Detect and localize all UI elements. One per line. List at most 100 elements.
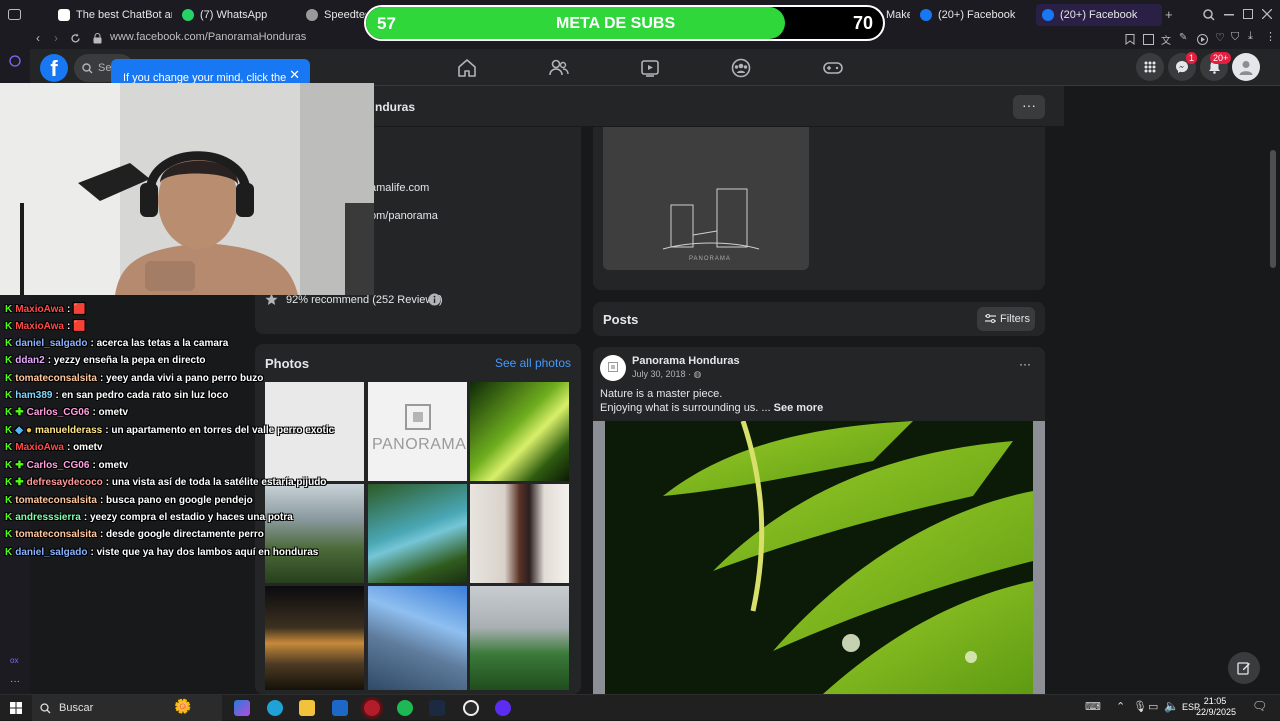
search-icon bbox=[82, 62, 93, 73]
chat-message: Kandresssierra: yeezy compra el estadio … bbox=[5, 512, 293, 523]
see-all-photos-link[interactable]: See all photos bbox=[495, 356, 571, 370]
network-icon[interactable]: ▭ bbox=[1148, 700, 1158, 713]
translate-icon[interactable]: 文 bbox=[1161, 32, 1171, 47]
page-more-button[interactable]: ··· bbox=[1013, 95, 1045, 119]
browser-tab-speedtest[interactable]: Speedtest b bbox=[300, 4, 366, 26]
reload-icon[interactable] bbox=[70, 33, 81, 44]
panorama-logo-icon bbox=[405, 404, 431, 430]
sidebar-history-icon[interactable] bbox=[9, 55, 21, 67]
post-author-avatar[interactable] bbox=[600, 355, 626, 381]
cover-photo[interactable]: PANORAMA bbox=[603, 127, 809, 270]
minimize-icon[interactable] bbox=[1224, 14, 1234, 16]
windows-start-icon[interactable] bbox=[10, 702, 22, 714]
favorites-heart-icon[interactable]: ♡ bbox=[1215, 31, 1225, 44]
browser-tab-chatbot[interactable]: The best ChatBot and W bbox=[52, 4, 172, 26]
photo-thumbnail[interactable]: PANORAMA bbox=[368, 382, 467, 481]
profile-avatar[interactable] bbox=[1232, 53, 1260, 81]
taskbar-clock[interactable]: 21:05 22/9/2025 bbox=[1196, 696, 1236, 718]
sidebar-extra-icon[interactable]: ox bbox=[10, 656, 18, 665]
steam-icon[interactable] bbox=[429, 700, 445, 716]
chat-text: : 🟥 bbox=[66, 321, 86, 332]
bookmark-icon[interactable] bbox=[1125, 34, 1135, 45]
outlook-icon[interactable] bbox=[332, 700, 348, 716]
whatsapp-icon bbox=[182, 9, 194, 21]
edge-icon[interactable] bbox=[267, 700, 283, 716]
post-text-line: Enjoying what is surrounding us. ... See… bbox=[600, 402, 823, 414]
browser-menu-icon[interactable]: ⋮ bbox=[1265, 30, 1276, 43]
copilot-icon[interactable] bbox=[234, 700, 250, 716]
browser-tab-whatsapp[interactable]: (7) WhatsApp bbox=[176, 4, 296, 26]
app-icon[interactable] bbox=[495, 700, 511, 716]
notification-center-icon[interactable]: 🗨 bbox=[1252, 699, 1267, 713]
extensions-icon[interactable]: ✎ bbox=[1179, 32, 1187, 43]
post-image[interactable] bbox=[593, 421, 1045, 694]
facebook-favicon-icon bbox=[1042, 9, 1054, 21]
facebook-logo[interactable]: f bbox=[40, 54, 68, 82]
compose-message-button[interactable] bbox=[1228, 652, 1260, 684]
keyboard-icon[interactable]: ⌨ bbox=[1085, 700, 1101, 713]
new-tab-button[interactable]: + bbox=[1165, 7, 1173, 22]
posts-header-card: Posts Filters bbox=[593, 302, 1045, 336]
photo-thumbnail[interactable] bbox=[470, 382, 569, 481]
photo-thumbnail[interactable] bbox=[470, 586, 569, 690]
photo-thumbnail[interactable] bbox=[368, 586, 467, 690]
recommend-rating[interactable]: 92% recommend (252 Reviews) bbox=[286, 294, 443, 306]
microphone-icon[interactable]: 🎙 bbox=[1133, 700, 1147, 713]
file-explorer-icon[interactable] bbox=[299, 700, 315, 716]
post-author-name[interactable]: Panorama Honduras bbox=[632, 355, 740, 367]
sidebar-more-icon[interactable]: ··· bbox=[10, 676, 20, 687]
tray-expand-icon[interactable]: ⌃ bbox=[1116, 700, 1125, 713]
chat-username: ddan2 bbox=[15, 355, 45, 366]
url-text[interactable]: www.facebook.com/PanoramaHonduras bbox=[110, 31, 306, 43]
page-scrollbar[interactable] bbox=[1270, 150, 1276, 268]
friends-icon[interactable] bbox=[548, 57, 570, 79]
chat-username: MaxioAwa bbox=[15, 442, 64, 453]
post-date[interactable]: July 30, 2018 · ◍ bbox=[632, 369, 701, 380]
video-icon[interactable] bbox=[639, 57, 661, 79]
search-tabs-icon[interactable] bbox=[1203, 9, 1215, 21]
maximize-icon[interactable] bbox=[1243, 9, 1253, 19]
photo-thumbnail[interactable] bbox=[265, 586, 364, 690]
chat-message: Kddan2: yezzy enseña la pepa en directo bbox=[5, 355, 206, 366]
website-link[interactable]: amalife.com bbox=[370, 182, 429, 194]
close-window-icon[interactable] bbox=[1262, 9, 1272, 19]
obs-icon[interactable] bbox=[463, 700, 479, 716]
photo-thumbnail[interactable] bbox=[470, 484, 569, 583]
taskbar-search-box[interactable]: Buscar 🌼 bbox=[32, 695, 222, 721]
chat-username: tomateconsalsita bbox=[15, 495, 97, 506]
snapshot-icon[interactable] bbox=[1143, 34, 1154, 45]
browser-tab-facebook[interactable]: (20+) Facebook bbox=[914, 4, 1032, 26]
user-silhouette-icon bbox=[1239, 61, 1253, 75]
volume-icon[interactable]: 🔈 bbox=[1164, 699, 1179, 713]
chat-text: : ometv bbox=[66, 442, 103, 453]
home-icon[interactable] bbox=[456, 57, 478, 79]
kick-icon: K bbox=[5, 477, 13, 488]
post-date-text: July 30, 2018 · bbox=[632, 369, 694, 379]
tooltip-close-button[interactable]: ✕ bbox=[289, 67, 300, 83]
forward-icon[interactable]: › bbox=[54, 31, 58, 45]
search-icon bbox=[40, 702, 51, 713]
player-icon[interactable] bbox=[1197, 34, 1208, 45]
browser-tab-facebook-active[interactable]: (20+) Facebook bbox=[1036, 4, 1162, 26]
chat-username: ham389 bbox=[15, 390, 53, 401]
spotify-icon[interactable] bbox=[397, 700, 413, 716]
download-icon[interactable]: ⤓ bbox=[1248, 30, 1253, 43]
chat-username: daniel_salgado bbox=[15, 547, 88, 558]
chat-text: : en san pedro cada rato sin luz loco bbox=[55, 390, 229, 401]
instagram-link[interactable]: om/panorama bbox=[370, 210, 438, 222]
workspaces-icon[interactable] bbox=[8, 9, 21, 20]
menu-grid-button[interactable] bbox=[1136, 53, 1164, 81]
post-options-button[interactable]: ··· bbox=[1019, 357, 1031, 371]
kick-icon: K bbox=[5, 529, 13, 540]
opera-gx-icon[interactable] bbox=[364, 700, 380, 716]
facebook-favicon-icon bbox=[920, 9, 932, 21]
back-icon[interactable]: ‹ bbox=[36, 31, 40, 45]
photo-thumbnail[interactable] bbox=[368, 484, 467, 583]
gaming-icon[interactable] bbox=[822, 57, 844, 79]
info-icon[interactable] bbox=[428, 293, 441, 306]
see-more-link[interactable]: See more bbox=[774, 402, 824, 414]
filters-button[interactable]: Filters bbox=[977, 307, 1035, 331]
wallet-icon[interactable]: ⛉ bbox=[1231, 31, 1239, 44]
chat-message: Kdaniel_salgado: viste que ya hay dos la… bbox=[5, 547, 318, 558]
groups-icon[interactable] bbox=[730, 57, 752, 79]
